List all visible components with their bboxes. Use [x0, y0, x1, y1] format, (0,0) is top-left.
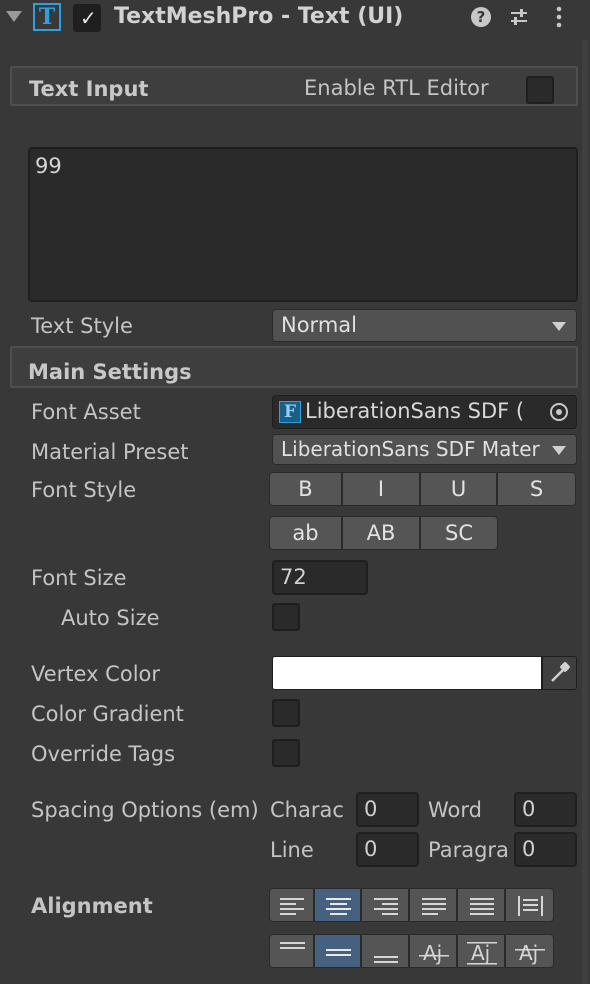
align-flush-button[interactable]	[457, 888, 505, 922]
paragraph-spacing-label: Paragra	[428, 838, 509, 862]
material-preset-value: LiberationSans SDF Mater	[281, 437, 540, 461]
override-tags-label: Override Tags	[31, 742, 176, 766]
preset-icon[interactable]	[508, 6, 530, 28]
align-capline-icon: Aj	[515, 941, 545, 965]
align-middle-button[interactable]	[314, 934, 361, 968]
font-asset-value: LiberationSans SDF (	[305, 399, 525, 423]
align-middle-icon	[326, 949, 351, 956]
align-geometry-center-button[interactable]	[505, 888, 554, 922]
text-input-title: Text Input	[29, 77, 149, 101]
auto-size-checkbox[interactable]	[272, 603, 300, 631]
align-midline-icon: Aj	[467, 941, 497, 965]
font-style-underline-button[interactable]: U	[420, 472, 497, 506]
vertex-color-label: Vertex Color	[31, 662, 161, 686]
line-spacing-label: Line	[270, 838, 314, 862]
align-top-icon	[280, 942, 305, 949]
eyedropper-icon[interactable]	[542, 656, 577, 690]
word-spacing-label: Word	[428, 798, 482, 822]
align-capline-button[interactable]: Aj	[505, 934, 554, 968]
svg-text:Aj: Aj	[423, 941, 442, 965]
align-baseline-button[interactable]: Aj	[409, 934, 457, 968]
align-bottom-icon	[374, 956, 398, 963]
paragraph-spacing-input[interactable]: 0	[514, 832, 577, 867]
align-left-button[interactable]	[269, 888, 314, 922]
svg-text:Aj: Aj	[519, 941, 538, 965]
main-settings-title: Main Settings	[28, 360, 192, 384]
align-top-button[interactable]	[269, 934, 314, 968]
align-justified-button[interactable]	[409, 888, 457, 922]
align-justified-icon	[422, 898, 446, 915]
spacing-options-label: Spacing Options (em)	[31, 798, 259, 822]
more-icon[interactable]	[552, 5, 566, 29]
rtl-editor-checkbox[interactable]	[526, 76, 554, 104]
svg-text:Aj: Aj	[471, 941, 490, 965]
font-style-lowercase-button[interactable]: ab	[269, 516, 342, 550]
component-header: T ✓ TextMeshPro - Text (UI) ?	[0, 0, 590, 36]
vertex-color-swatch[interactable]	[272, 656, 542, 690]
text-style-label: Text Style	[31, 314, 133, 338]
color-gradient-label: Color Gradient	[31, 702, 184, 726]
material-preset-label: Material Preset	[31, 440, 189, 464]
text-style-dropdown[interactable]: Normal	[272, 309, 577, 342]
color-gradient-checkbox[interactable]	[272, 699, 300, 727]
align-right-button[interactable]	[361, 888, 409, 922]
align-flush-icon	[470, 898, 494, 915]
character-spacing-input[interactable]: 0	[356, 792, 419, 827]
word-spacing-input[interactable]: 0	[514, 792, 577, 827]
component-title: TextMeshPro - Text (UI)	[114, 4, 404, 29]
chevron-down-icon	[552, 445, 566, 455]
font-asset-icon: F	[279, 401, 301, 423]
font-size-input[interactable]: 72	[272, 560, 368, 595]
font-style-italic-button[interactable]: I	[342, 472, 420, 506]
text-input-area[interactable]: 99	[28, 147, 578, 302]
font-asset-field[interactable]: F LiberationSans SDF (	[272, 395, 577, 429]
alignment-label: Alignment	[31, 894, 153, 918]
font-style-smallcaps-button[interactable]: SC	[420, 516, 498, 550]
line-spacing-input[interactable]: 0	[356, 832, 419, 867]
component-enabled-checkbox[interactable]: ✓	[73, 4, 101, 32]
font-style-label: Font Style	[31, 478, 137, 502]
main-settings-section-header: Main Settings	[10, 346, 578, 388]
align-baseline-icon: Aj	[419, 941, 449, 965]
align-geometry-center-icon	[518, 896, 543, 916]
align-center-icon	[326, 898, 351, 915]
character-spacing-label: Charac	[270, 798, 344, 822]
align-right-icon	[374, 898, 398, 915]
font-style-uppercase-button[interactable]: AB	[342, 516, 420, 550]
checkmark-icon: ✓	[80, 6, 97, 30]
font-style-bold-button[interactable]: B	[269, 472, 342, 506]
help-icon[interactable]: ?	[471, 7, 491, 27]
text-input-value: 99	[35, 154, 62, 178]
text-input-section-header: Text Input Enable RTL Editor	[10, 66, 578, 106]
object-picker-icon[interactable]	[543, 396, 576, 428]
chevron-down-icon	[552, 321, 566, 331]
align-left-icon	[280, 898, 304, 915]
rtl-editor-label: Enable RTL Editor	[304, 76, 489, 100]
auto-size-label: Auto Size	[61, 606, 160, 630]
align-bottom-button[interactable]	[361, 934, 409, 968]
font-asset-label: Font Asset	[31, 400, 141, 424]
material-preset-dropdown[interactable]: LiberationSans SDF Mater	[272, 434, 577, 465]
text-style-value: Normal	[281, 313, 357, 337]
scrollbar[interactable]	[582, 40, 588, 984]
font-size-label: Font Size	[31, 566, 127, 590]
foldout-triangle-icon[interactable]	[6, 11, 22, 22]
align-midline-button[interactable]: Aj	[457, 934, 505, 968]
align-center-button[interactable]	[314, 888, 361, 922]
textmeshpro-icon: T	[33, 3, 61, 31]
font-style-strikethrough-button[interactable]: S	[497, 472, 576, 506]
override-tags-checkbox[interactable]	[272, 739, 300, 767]
